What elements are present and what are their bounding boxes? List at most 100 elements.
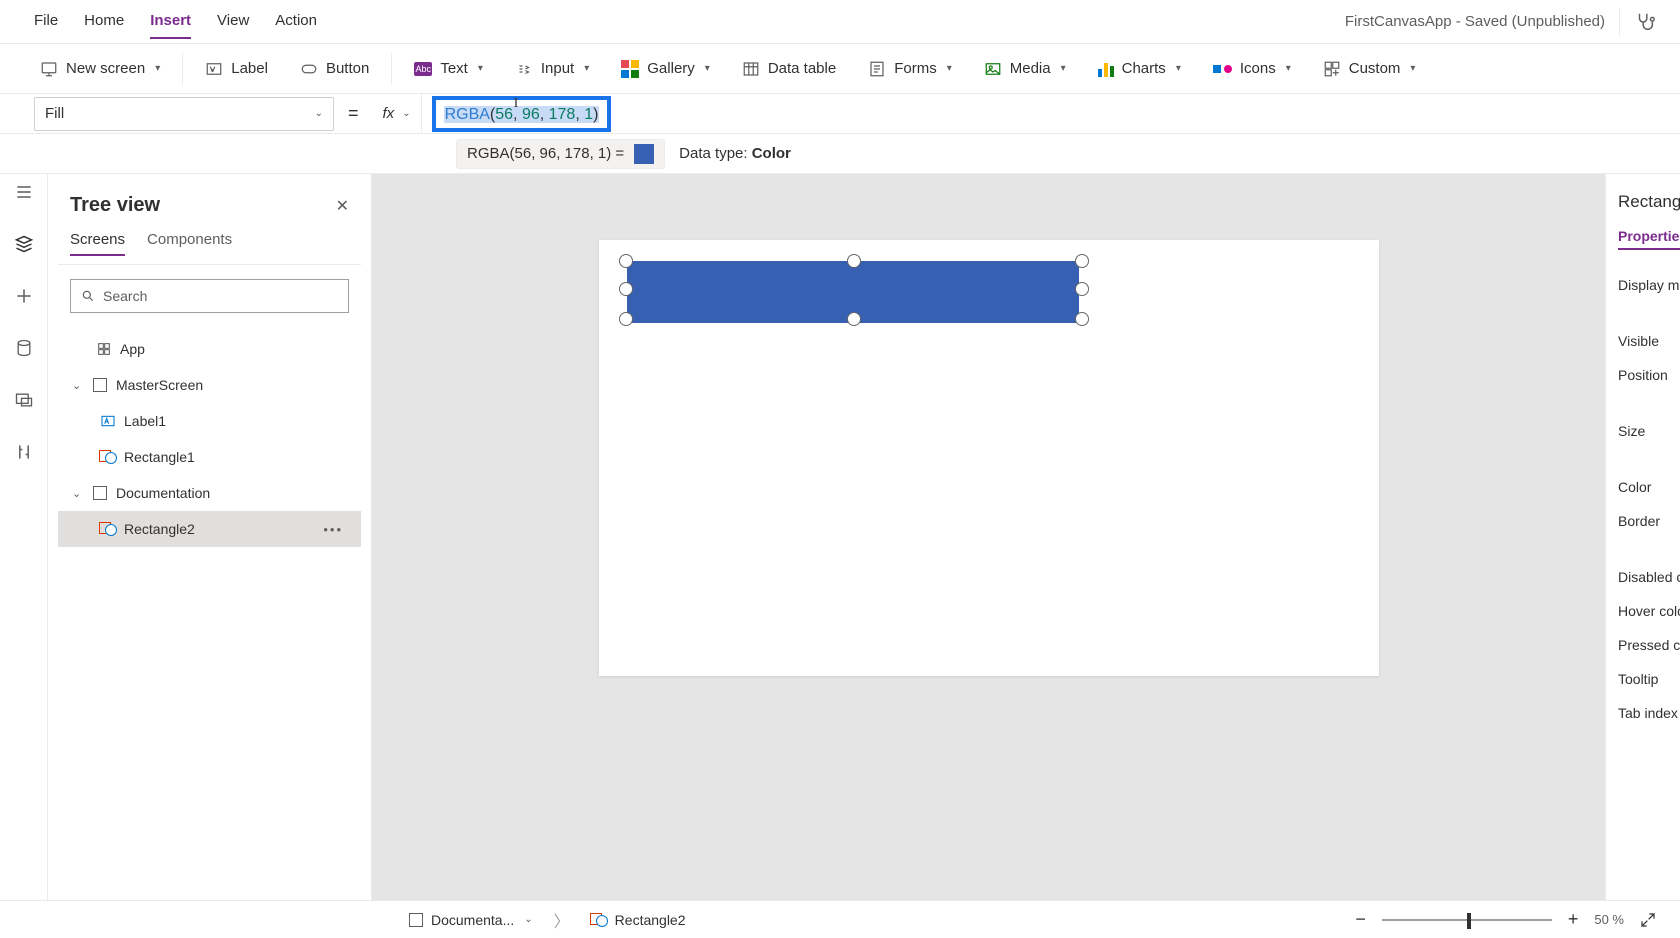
tab-properties[interactable]: Properties xyxy=(1618,228,1680,250)
canvas-area[interactable] xyxy=(372,174,1605,900)
media-panel-icon[interactable] xyxy=(14,390,34,410)
resize-handle[interactable] xyxy=(619,282,633,296)
prop-position[interactable]: Position xyxy=(1618,358,1680,392)
menu-action[interactable]: Action xyxy=(275,4,317,39)
resize-handle[interactable] xyxy=(1075,282,1089,296)
label-button[interactable]: Label xyxy=(193,54,280,84)
prop-disabled-color[interactable]: Disabled color xyxy=(1618,560,1680,594)
canvas-page[interactable] xyxy=(599,240,1379,676)
charts-icon xyxy=(1098,61,1114,77)
app-checker-icon[interactable] xyxy=(1634,11,1656,33)
breadcrumb: Documenta... ⌄ 〉 Rectangle2 xyxy=(400,907,695,933)
resize-handle[interactable] xyxy=(847,254,861,268)
resize-handle[interactable] xyxy=(847,312,861,326)
advanced-tools-icon[interactable] xyxy=(14,442,34,462)
separator xyxy=(391,53,392,85)
equals-label: = xyxy=(334,103,373,124)
tree-search-input[interactable]: Search xyxy=(70,279,349,313)
menu-file[interactable]: File xyxy=(34,4,58,39)
tree-node-documentation[interactable]: ⌄ Documentation xyxy=(58,475,361,511)
screen-icon xyxy=(93,486,107,500)
chevron-down-icon: ▾ xyxy=(155,63,160,74)
tab-components[interactable]: Components xyxy=(147,231,232,256)
formula-result-bar: RGBA(56, 96, 178, 1) = Data type: Color xyxy=(0,134,1680,174)
properties-pane: Rectangle Properties Display mode Visibl… xyxy=(1605,174,1680,900)
tree-view-icon[interactable] xyxy=(14,234,34,254)
tree-view-title: Tree view xyxy=(70,194,160,217)
top-menu-bar: File Home Insert View Action FirstCanvas… xyxy=(0,0,1680,44)
data-type-label: Data type: Color xyxy=(679,145,791,162)
breadcrumb-control[interactable]: Rectangle2 xyxy=(582,907,695,933)
breadcrumb-separator: 〉 xyxy=(554,908,570,932)
prop-border[interactable]: Border xyxy=(1618,504,1680,538)
app-title: FirstCanvasApp - Saved (Unpublished) xyxy=(1345,13,1605,30)
text-cursor-icon: I xyxy=(514,96,525,112)
shape-icon xyxy=(100,451,116,463)
input-dropdown[interactable]: Input▾ xyxy=(503,54,601,84)
screen-icon xyxy=(93,378,107,392)
chevron-down-icon[interactable]: ⌄ xyxy=(72,487,84,500)
new-screen-button[interactable]: New screen▾ xyxy=(28,54,172,84)
tree-view-pane: Tree view ✕ Screens Components Search Ap… xyxy=(48,174,372,900)
data-table-button[interactable]: Data table xyxy=(730,54,848,84)
zoom-thumb[interactable] xyxy=(1467,913,1471,929)
resize-handle[interactable] xyxy=(619,312,633,326)
hamburger-icon[interactable] xyxy=(14,182,34,202)
prop-tooltip[interactable]: Tooltip xyxy=(1618,662,1680,696)
custom-dropdown[interactable]: Custom▾ xyxy=(1311,54,1428,84)
prop-color[interactable]: Color xyxy=(1618,470,1680,504)
menu-view[interactable]: View xyxy=(217,4,249,39)
fx-button[interactable]: fx⌄ xyxy=(373,94,422,133)
resize-handle[interactable] xyxy=(619,254,633,268)
menu-home[interactable]: Home xyxy=(84,4,124,39)
resize-handle[interactable] xyxy=(1075,312,1089,326)
search-placeholder: Search xyxy=(103,288,147,304)
breadcrumb-screen[interactable]: Documenta... ⌄ xyxy=(400,907,542,933)
tree-node-app[interactable]: App xyxy=(58,331,361,367)
prop-pressed-color[interactable]: Pressed color xyxy=(1618,628,1680,662)
app-icon xyxy=(96,341,112,357)
formula-bar: Fill ⌄ = fx⌄ I RGBA(56, 96, 178, 1) xyxy=(0,94,1680,134)
fit-to-screen-icon[interactable] xyxy=(1640,912,1656,928)
resize-handle[interactable] xyxy=(1075,254,1089,268)
selected-control-name: Rectangle xyxy=(1618,192,1680,212)
gallery-icon xyxy=(621,60,639,78)
chevron-down-icon[interactable]: ⌄ xyxy=(72,379,84,392)
zoom-out-button[interactable]: − xyxy=(1355,909,1366,930)
forms-dropdown[interactable]: Forms▾ xyxy=(856,54,964,84)
prop-hover-color[interactable]: Hover color xyxy=(1618,594,1680,628)
more-options-icon[interactable]: ••• xyxy=(323,522,343,537)
button-button[interactable]: Button xyxy=(288,54,381,84)
zoom-control: − + 50 % xyxy=(1355,909,1656,930)
screen-icon xyxy=(409,913,423,927)
prop-visible[interactable]: Visible xyxy=(1618,324,1680,358)
media-dropdown[interactable]: Media▾ xyxy=(972,54,1078,84)
tab-screens[interactable]: Screens xyxy=(70,231,125,256)
prop-size[interactable]: Size xyxy=(1618,414,1680,448)
tree-node-rectangle1[interactable]: Rectangle1 xyxy=(58,439,361,475)
prop-display-mode[interactable]: Display mode xyxy=(1618,268,1680,302)
divider xyxy=(1619,8,1620,36)
icons-dropdown[interactable]: Icons▾ xyxy=(1201,54,1303,83)
property-selector[interactable]: Fill ⌄ xyxy=(34,97,334,131)
tree-node-masterscreen[interactable]: ⌄ MasterScreen xyxy=(58,367,361,403)
gallery-dropdown[interactable]: Gallery▾ xyxy=(609,54,722,84)
chevron-down-icon: ⌄ xyxy=(524,914,532,925)
formula-args: (56, 96, 178, 1) xyxy=(490,106,599,123)
tree-node-rectangle2[interactable]: Rectangle2 ••• xyxy=(58,511,361,547)
close-icon[interactable]: ✕ xyxy=(336,196,349,216)
shape-icon xyxy=(100,523,116,535)
zoom-in-button[interactable]: + xyxy=(1568,909,1579,930)
icons-icon xyxy=(1213,65,1232,73)
charts-dropdown[interactable]: Charts▾ xyxy=(1086,54,1193,83)
text-dropdown[interactable]: Abc Text▾ xyxy=(402,54,495,83)
zoom-slider[interactable] xyxy=(1382,919,1552,921)
formula-input[interactable]: I RGBA(56, 96, 178, 1) xyxy=(432,96,612,132)
menu-insert[interactable]: Insert xyxy=(150,4,191,39)
prop-tab-index[interactable]: Tab index xyxy=(1618,696,1680,730)
zoom-percent: 50 % xyxy=(1594,912,1624,927)
tree-node-label1[interactable]: Label1 xyxy=(58,403,361,439)
color-swatch xyxy=(634,144,654,164)
add-icon[interactable] xyxy=(14,286,34,306)
data-icon[interactable] xyxy=(14,338,34,358)
